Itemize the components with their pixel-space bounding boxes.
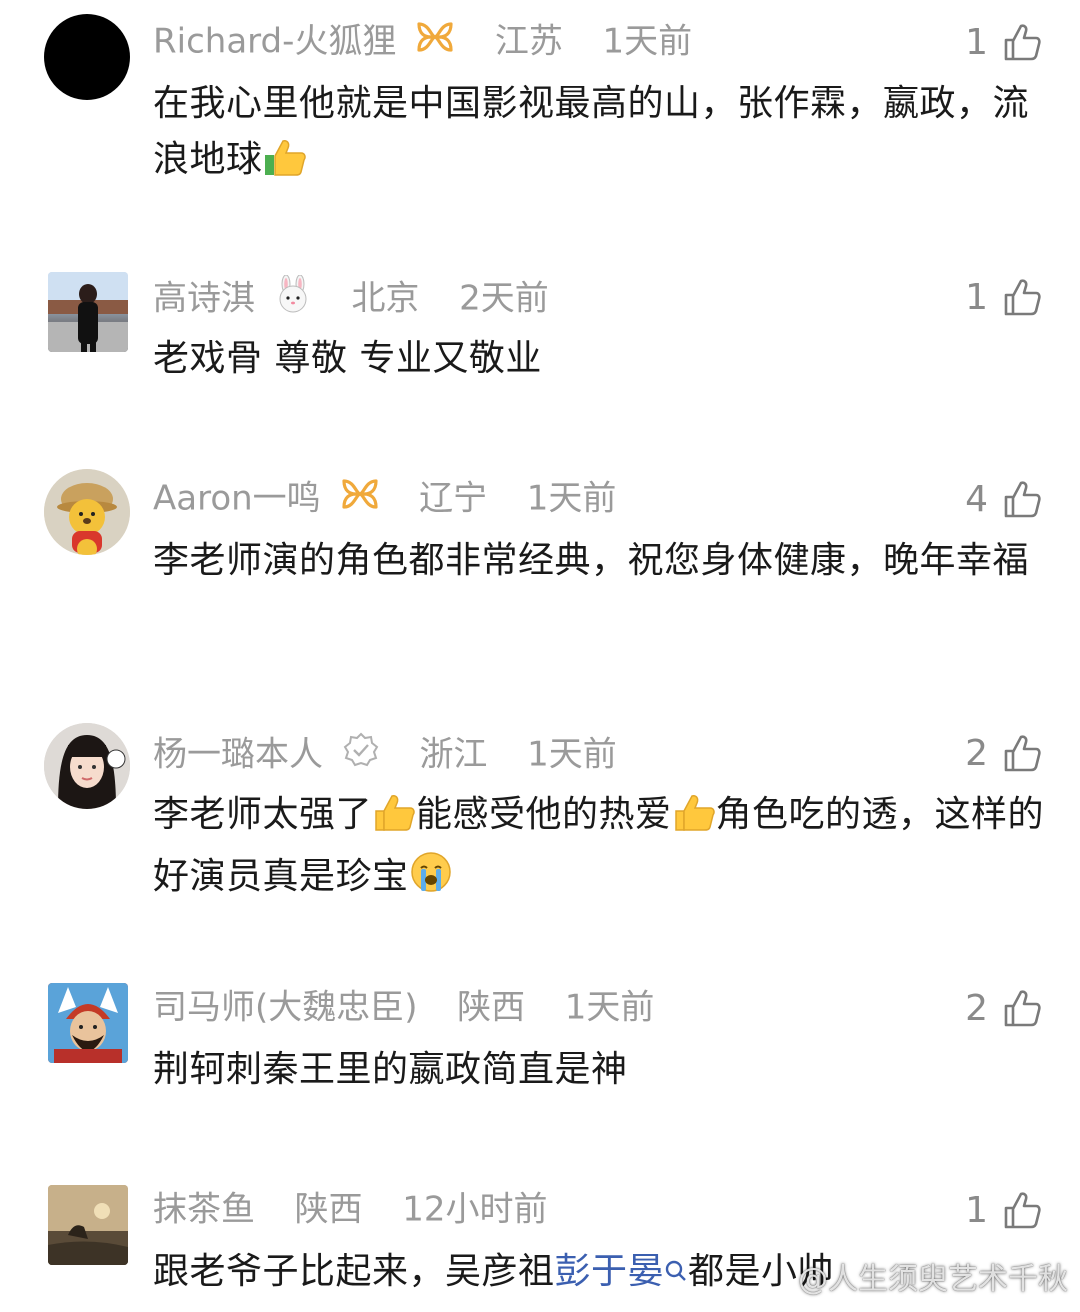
avatar[interactable]	[44, 14, 130, 100]
gold-ribbon-icon	[340, 477, 380, 520]
thumbs-up-emoji	[672, 792, 716, 849]
timestamp: 1天前	[602, 21, 693, 62]
location: 陕西	[294, 1189, 363, 1230]
location: 辽宁	[419, 478, 488, 519]
timestamp: 1天前	[527, 734, 617, 775]
like-button[interactable]: 2	[965, 731, 1042, 775]
gold-ribbon-icon	[415, 20, 455, 63]
timestamp: 2天前	[459, 278, 549, 319]
thumbs-up-icon	[1004, 990, 1041, 1027]
thumbs-up-icon	[1004, 735, 1041, 772]
rabbit-emoji	[274, 274, 312, 322]
username[interactable]: 司马师(大魏忠臣)	[153, 988, 418, 1028]
comment-meta: 司马师(大魏忠臣) 陕西 1天前	[153, 986, 655, 1028]
like-button[interactable]: 1	[965, 20, 1042, 64]
timestamp: 1天前	[526, 478, 617, 519]
thumbs-up-icon	[1004, 1192, 1041, 1229]
like-count: 2	[965, 732, 988, 774]
username[interactable]: Richard-火狐狸	[153, 22, 396, 62]
watermark: @人生须臾艺术千秋	[798, 1262, 1068, 1297]
search-link[interactable]: 彭于晏	[555, 1251, 665, 1292]
like-button[interactable]: 1	[965, 275, 1042, 319]
timestamp: 1天前	[564, 987, 655, 1028]
like-count: 1	[965, 21, 988, 63]
search-icon[interactable]	[664, 1250, 688, 1306]
location: 江苏	[494, 21, 563, 62]
thumbs-up-icon	[1004, 24, 1041, 61]
location: 北京	[351, 278, 420, 319]
timestamp: 12小时前	[402, 1189, 548, 1230]
location: 浙江	[419, 734, 488, 775]
username[interactable]: 杨一璐本人	[153, 735, 323, 775]
like-button[interactable]: 1	[965, 1188, 1042, 1232]
username[interactable]: 抹茶鱼	[153, 1190, 255, 1230]
thumbs-up-emoji	[263, 137, 307, 194]
thumbs-up-icon	[1004, 279, 1041, 316]
location: 陕西	[457, 987, 526, 1028]
comment-meta: Aaron一鸣 辽宁 1天前	[153, 477, 617, 520]
avatar[interactable]	[48, 983, 128, 1063]
like-count: 1	[965, 276, 988, 318]
comment-meta: Richard-火狐狸 江苏 1天前	[153, 20, 693, 63]
comment-meta: 杨一璐本人 浙江 1天前	[153, 731, 617, 775]
like-count: 4	[965, 478, 988, 520]
like-button[interactable]: 2	[965, 986, 1042, 1030]
like-button[interactable]: 4	[965, 477, 1042, 521]
crying-face-emoji	[409, 850, 453, 911]
comment-text: 在我心里他就是中国影视最高的山，张作霖，嬴政，流浪地球	[153, 76, 1048, 194]
comment-text: 李老师演的角色都非常经典，祝您身体健康，晚年幸福	[153, 540, 1030, 581]
avatar[interactable]	[48, 1185, 128, 1265]
avatar[interactable]	[48, 272, 128, 352]
username[interactable]: 高诗淇	[153, 279, 255, 319]
like-count: 1	[965, 1189, 988, 1231]
thumbs-up-icon	[1004, 481, 1041, 518]
comment-text: 老戏骨 尊敬 专业又敬业	[153, 338, 542, 379]
username[interactable]: Aaron一鸣	[153, 479, 321, 519]
comment-meta: 抹茶鱼 陕西 12小时前	[153, 1188, 548, 1230]
thumbs-up-emoji	[372, 792, 416, 849]
comment-text: 荆轲刺秦王里的嬴政简直是神	[153, 1049, 628, 1090]
avatar[interactable]	[44, 469, 130, 555]
verified-icon	[342, 731, 380, 778]
like-count: 2	[965, 987, 988, 1029]
avatar[interactable]	[44, 723, 130, 809]
comment-text: 李老师太强了 能感受他的热爱 角色吃的透，这样的好演员真是珍宝	[153, 787, 1048, 911]
comment-meta: 高诗淇 北京 2天前	[153, 274, 549, 319]
